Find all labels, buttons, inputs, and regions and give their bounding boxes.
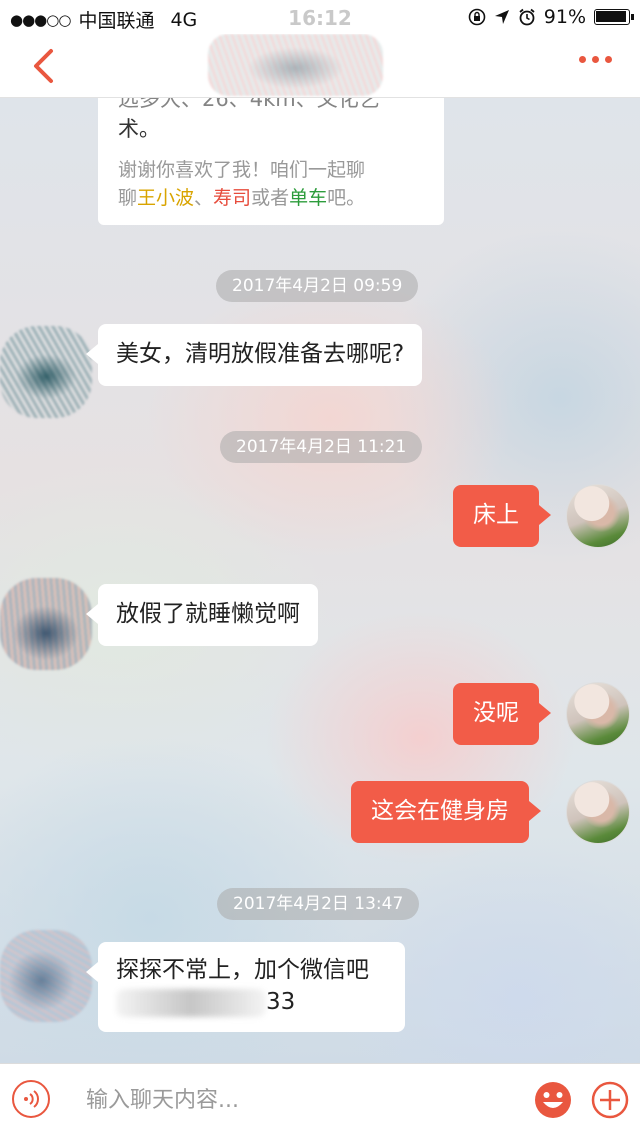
incoming-message: 美女，清明放假准备去哪呢? [85,324,423,386]
outgoing-message: 这会在健身房 [351,781,541,843]
topic-bicycle[interactable]: 单车 [289,187,327,209]
outgoing-message: 床上 [453,485,551,547]
voice-icon [24,1090,39,1108]
alarm-icon [519,8,535,26]
match-intro-card: 远多大、26、4km、文化艺 术。 谢谢你喜欢了我！咱们一起聊 聊王小波、寿司或… [98,80,444,225]
status-right: 91% [468,6,634,28]
emoji-button[interactable] [533,1080,573,1120]
message-timestamp: 2017年4月2日 09:59 [216,270,419,302]
battery-percent: 91% [543,6,586,28]
chat-input-bar [0,1063,640,1138]
more-options-button[interactable] [579,56,612,63]
rotation-lock-icon [468,8,486,26]
voice-button[interactable] [12,1080,50,1118]
redacted-wechat-id [116,988,266,1017]
my-avatar[interactable] [566,484,630,548]
message-timestamp: 2017年4月2日 11:21 [220,431,423,463]
message-timestamp: 2017年4月2日 13:47 [217,888,420,920]
outgoing-message: 没呢 [453,683,551,745]
topic-wang-xiaobo[interactable]: 王小波 [137,187,194,209]
my-avatar[interactable] [566,780,630,844]
emoji-icon [535,1082,571,1118]
plus-icon [591,1081,629,1119]
battery-icon [594,9,634,25]
contact-avatar[interactable] [0,326,92,418]
contact-name-redacted [208,34,383,96]
message-input[interactable] [72,1080,512,1120]
location-icon [494,10,509,24]
incoming-message: 探探不常上，加个微信吧 33 [86,942,405,1032]
incoming-message: 放假了就睡懒觉啊 [86,584,318,646]
more-dots-icon [579,56,586,63]
my-avatar[interactable] [566,682,630,746]
add-attachment-button[interactable] [590,1080,630,1120]
intro-suggestion-text: 谢谢你喜欢了我！咱们一起聊 聊王小波、寿司或者单车吧。 [118,159,366,209]
chevron-left-icon [34,49,53,83]
status-bar: ●●●○○ 中国联通 4G 16:12 91% [0,0,640,34]
nav-bar [0,34,640,98]
topic-sushi[interactable]: 寿司 [213,187,251,209]
contact-avatar[interactable] [0,578,92,670]
contact-avatar[interactable] [0,930,92,1022]
back-button[interactable] [26,44,60,88]
